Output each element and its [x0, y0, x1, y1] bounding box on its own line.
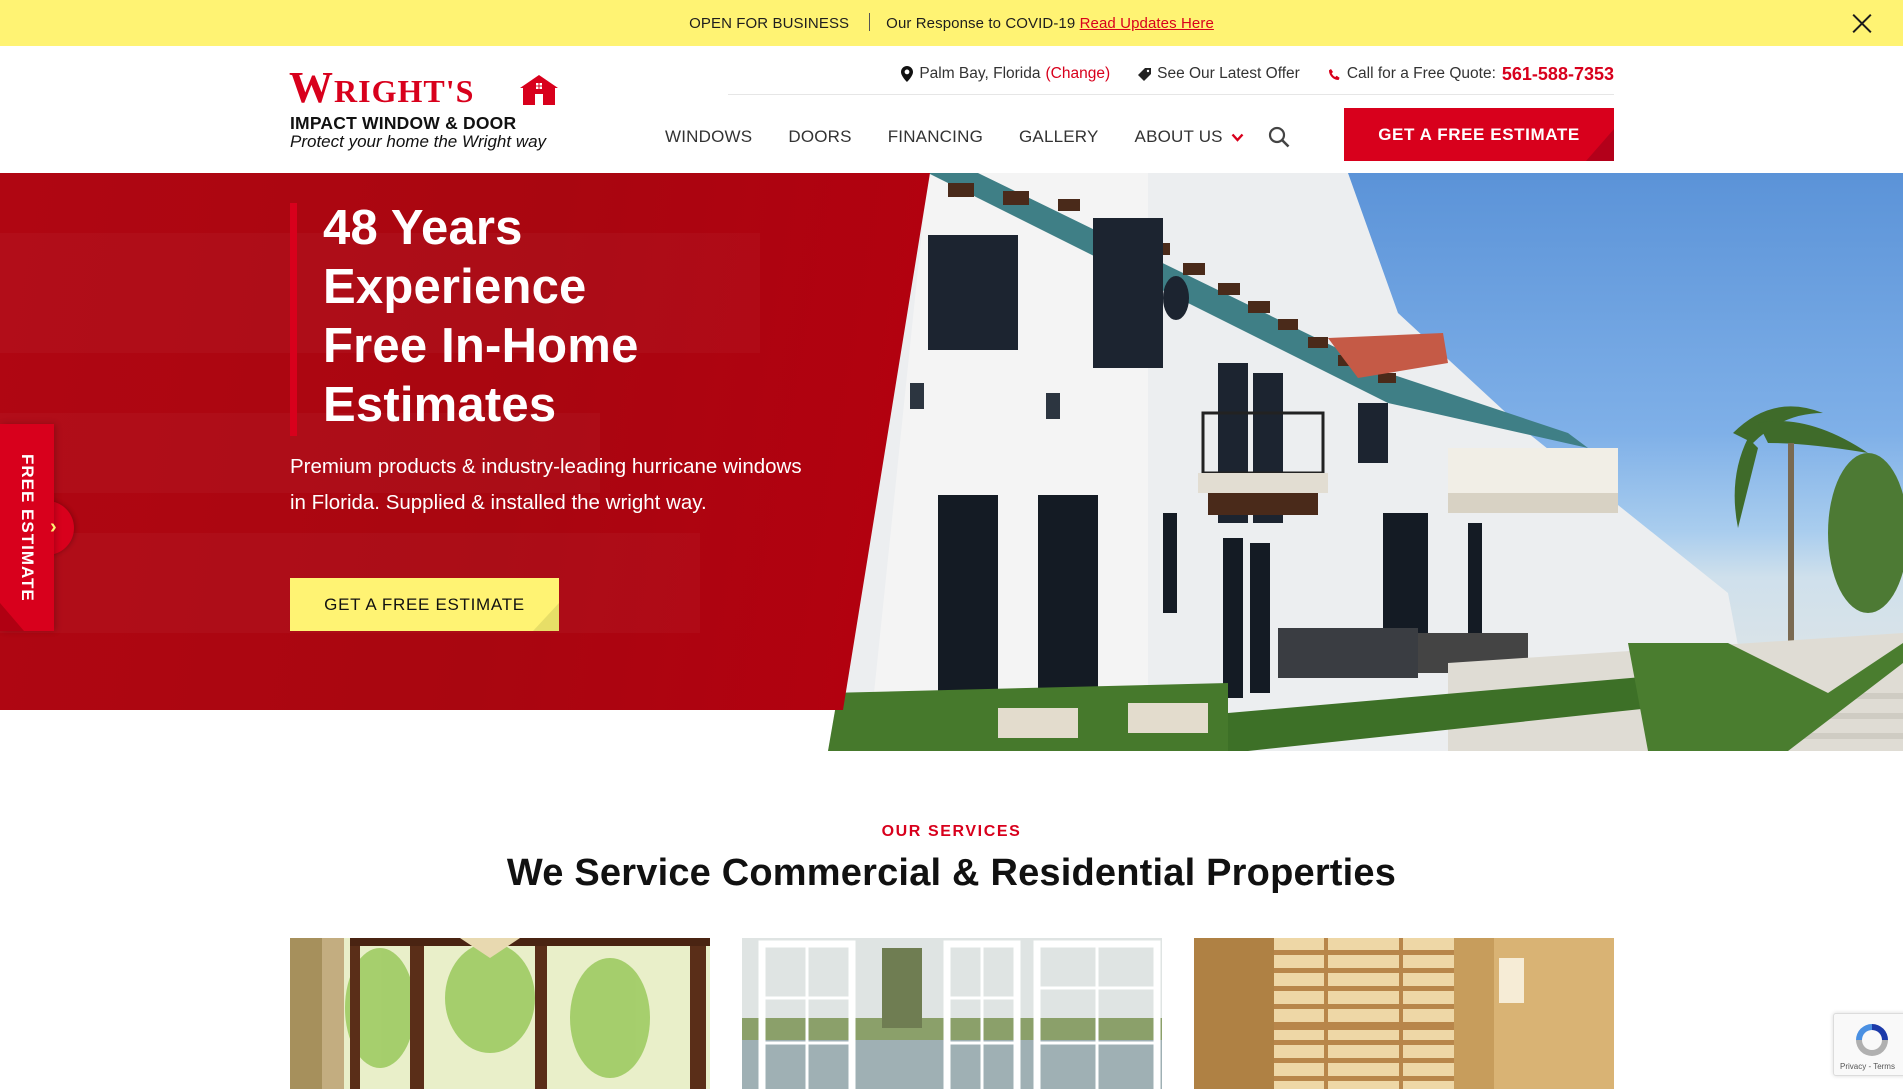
- hero-headline: 48 Years Experience Free In-Home Estimat…: [323, 201, 639, 432]
- service-card-windows[interactable]: [290, 938, 710, 1089]
- hero-description: Premium products & industry-leading hurr…: [290, 455, 802, 514]
- services-title: We Service Commercial & Residential Prop…: [506, 852, 1397, 894]
- free-quote: Call for a Free Quote: 561-588-7353: [1328, 64, 1614, 85]
- announcement-bar: OPEN FOR BUSINESS Our Response to COVID-1…: [0, 0, 1903, 46]
- location-text: Palm Bay, Florida: [919, 65, 1041, 82]
- services-eyebrow: OUR SERVICES: [881, 823, 1022, 840]
- latest-offer-link[interactable]: See Our Latest Offer: [1138, 65, 1300, 83]
- logo[interactable]: WRIGHT'S IMPACT WINDOW & DOOR Protect yo…: [289, 63, 564, 152]
- french-windows-lake-image: [742, 938, 1162, 1089]
- recaptcha-badge[interactable]: Privacy - Terms: [1833, 1013, 1903, 1076]
- tag-icon: [1138, 67, 1152, 81]
- chevron-down-icon: [1231, 133, 1244, 142]
- house-icon: [520, 75, 558, 105]
- get-free-estimate-button[interactable]: GET A FREE ESTIMATE: [1344, 108, 1614, 161]
- hero-section: 48 Years Experience Free In-Home Estimat…: [0, 173, 1903, 751]
- divider: [869, 13, 871, 31]
- change-location-link[interactable]: (Change): [1045, 65, 1110, 83]
- search-icon[interactable]: [1268, 126, 1290, 148]
- service-card-doors[interactable]: [742, 938, 1162, 1089]
- free-estimate-side-tab[interactable]: › FREE ESTIMATE: [0, 424, 74, 631]
- nav-about-us[interactable]: ABOUT US: [1135, 127, 1244, 147]
- side-tab-label: FREE ESTIMATE: [18, 454, 37, 602]
- close-icon[interactable]: [1849, 10, 1875, 36]
- nav-doors[interactable]: DOORS: [788, 127, 851, 147]
- chevron-right-icon: ›: [50, 516, 57, 538]
- logo-brand: WRIGHT'S: [289, 63, 475, 112]
- open-for-business-text: OPEN FOR BUSINESS: [689, 15, 850, 32]
- nav-financing[interactable]: FINANCING: [888, 127, 983, 147]
- location: Palm Bay, Florida (Change): [901, 65, 1110, 83]
- house-photo-illustration: [828, 173, 1903, 751]
- hero-image-mediterranean-house: [828, 173, 1903, 751]
- logo-subtitle: IMPACT WINDOW & DOOR: [290, 113, 517, 133]
- utility-bar: Palm Bay, Florida (Change) See Our Lates…: [873, 62, 1614, 86]
- map-pin-icon: [901, 66, 914, 82]
- service-card-shades[interactable]: [1194, 938, 1614, 1089]
- services-cards: [290, 938, 1614, 1089]
- nav-windows[interactable]: WINDOWS: [665, 127, 752, 147]
- covid-response-text: Our Response to COVID-19: [886, 15, 1076, 32]
- main-nav: WINDOWS DOORS FINANCING GALLERY ABOUT US: [665, 122, 1290, 152]
- site-header: WRIGHT'S IMPACT WINDOW & DOOR Protect yo…: [0, 46, 1903, 173]
- header-divider: [728, 94, 1614, 95]
- nav-gallery[interactable]: GALLERY: [1019, 127, 1099, 147]
- logo-tagline: Protect your home the Wright way: [290, 132, 547, 151]
- recaptcha-privacy-terms[interactable]: Privacy - Terms: [1840, 1062, 1895, 1071]
- window-shades-image: [1194, 938, 1614, 1089]
- phone-number-link[interactable]: 561-588-7353: [1502, 64, 1614, 85]
- window-palm-trees-image: [290, 938, 710, 1089]
- read-updates-link[interactable]: Read Updates Here: [1080, 15, 1214, 32]
- recaptcha-icon: [1856, 1024, 1888, 1056]
- hero-get-free-estimate-button[interactable]: GET A FREE ESTIMATE: [290, 578, 559, 631]
- phone-icon: [1328, 68, 1340, 80]
- headline-accent-bar: [290, 203, 297, 436]
